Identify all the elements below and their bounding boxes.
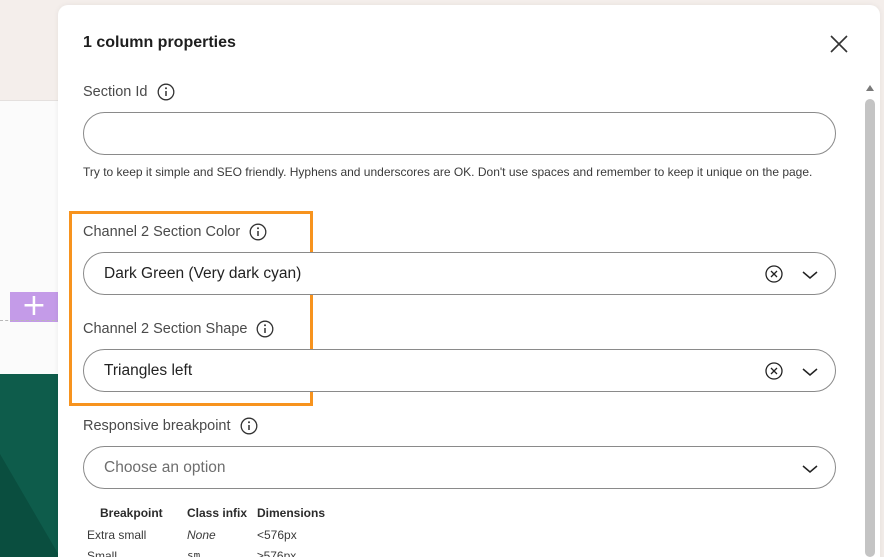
info-icon[interactable] [256, 320, 274, 338]
clear-circle-x-icon[interactable] [764, 264, 784, 284]
chevron-down-icon[interactable] [801, 460, 819, 478]
section-color-select[interactable]: Dark Green (Very dark cyan) [83, 252, 836, 295]
table-cell: ≥576px [257, 548, 297, 557]
section-id-help-text: Try to keep it simple and SEO friendly. … [83, 165, 813, 179]
section-shape-select[interactable]: Triangles left [83, 349, 836, 392]
responsive-breakpoint-placeholder: Choose an option [104, 459, 226, 476]
modal-title: 1 column properties [83, 34, 236, 51]
scroll-up-arrow-icon[interactable] [865, 84, 875, 92]
column-header-breakpoint: Breakpoint [100, 506, 163, 520]
section-shape-label-text: Channel 2 Section Shape [83, 321, 248, 337]
info-icon[interactable] [157, 83, 175, 101]
table-row: Extra small None <576px [87, 524, 329, 545]
clear-circle-x-icon[interactable] [764, 361, 784, 381]
properties-modal: 1 column properties Section Id Try to ke… [58, 5, 880, 557]
section-id-label-text: Section Id [83, 84, 148, 100]
section-color-label: Channel 2 Section Color [83, 223, 267, 241]
responsive-breakpoint-label: Responsive breakpoint [83, 417, 258, 435]
column-header-class-infix: Class infix [187, 506, 248, 520]
chevron-down-icon[interactable] [801, 266, 819, 284]
section-id-input[interactable] [83, 112, 836, 155]
section-shape-value: Triangles left [104, 362, 193, 379]
info-icon[interactable] [249, 223, 267, 241]
column-header-dimensions: Dimensions [257, 506, 326, 520]
table-cell: Small [87, 548, 118, 557]
table-cell: sm [187, 549, 201, 557]
table-row: Small sm ≥576px [87, 545, 329, 557]
breakpoint-table: Breakpoint Class infix Dimensions Extra … [87, 502, 329, 557]
section-color-label-text: Channel 2 Section Color [83, 224, 241, 240]
scrollbar-thumb[interactable] [865, 99, 875, 557]
table-header-row: Breakpoint Class infix Dimensions [87, 502, 329, 524]
responsive-breakpoint-label-text: Responsive breakpoint [83, 418, 231, 434]
section-shape-label: Channel 2 Section Shape [83, 320, 274, 338]
chevron-down-icon[interactable] [801, 363, 819, 381]
background-add-button[interactable]: + [10, 291, 58, 322]
background-green-section [0, 374, 60, 557]
table-cell: None [187, 527, 216, 542]
info-icon[interactable] [240, 417, 258, 435]
background-dashed-divider [0, 320, 60, 321]
close-icon[interactable] [828, 33, 850, 55]
table-cell: <576px [257, 527, 297, 542]
section-color-value: Dark Green (Very dark cyan) [104, 265, 302, 282]
table-cell: Extra small [87, 527, 147, 542]
section-id-label: Section Id [83, 83, 175, 101]
responsive-breakpoint-select[interactable]: Choose an option [83, 446, 836, 489]
